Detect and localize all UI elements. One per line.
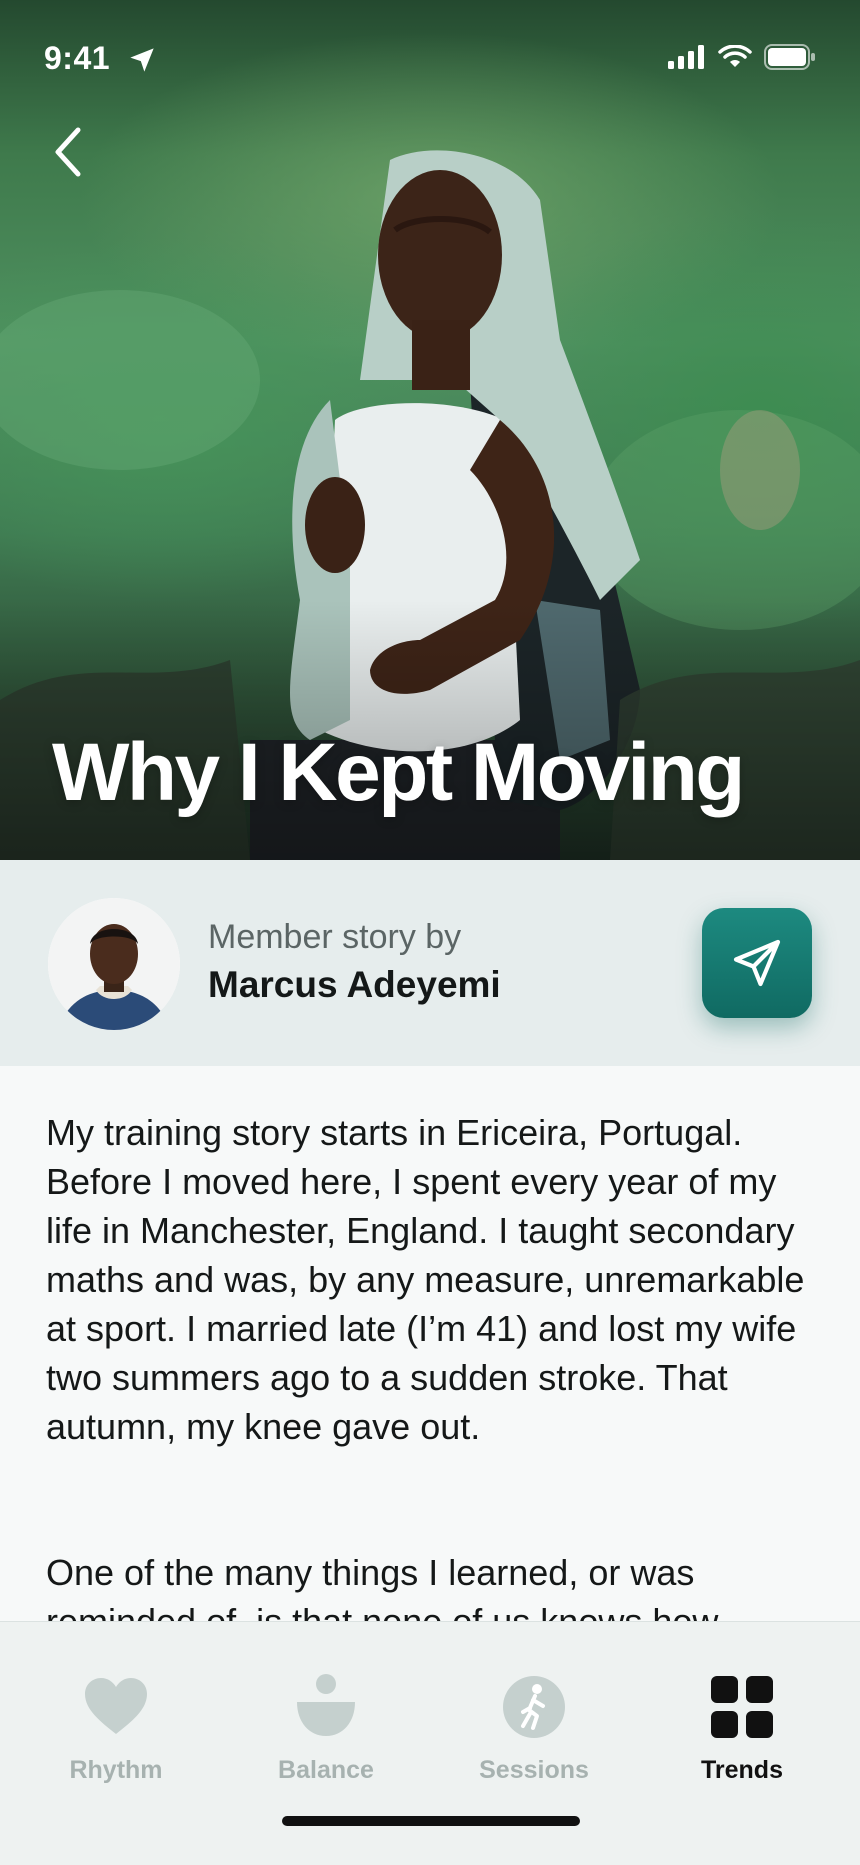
status-bar: 9:41 xyxy=(0,0,860,120)
tab-sessions[interactable]: Sessions xyxy=(444,1672,624,1802)
avatar-portrait xyxy=(48,898,180,1030)
story-paragraph: One of the many things I learned, or was… xyxy=(46,1552,719,1622)
author-name[interactable]: Marcus Adeyemi xyxy=(208,964,501,1006)
hero-image: 9:41 Why I Kept Moving xyxy=(0,0,860,860)
tab-label: Balance xyxy=(278,1756,374,1784)
location-arrow-icon xyxy=(130,48,154,72)
paper-plane-icon xyxy=(733,939,781,987)
tab-bar: Rhythm Balance Sessions Trends xyxy=(0,1621,860,1865)
tab-label: Sessions xyxy=(479,1756,589,1784)
tab-trends[interactable]: Trends xyxy=(652,1672,832,1802)
author-card: Member story by Marcus Adeyemi xyxy=(0,860,860,1066)
author-kicker: Member story by xyxy=(208,918,462,956)
wifi-icon xyxy=(718,45,752,67)
story-paragraph: My training story starts in Ericeira, Po… xyxy=(46,1112,805,1447)
chevron-left-icon xyxy=(55,127,81,177)
balance-icon xyxy=(297,1674,355,1736)
battery-icon xyxy=(764,44,815,70)
home-indicator xyxy=(282,1816,580,1826)
avatar[interactable] xyxy=(48,898,180,1030)
grid-icon xyxy=(711,1676,773,1738)
tab-balance[interactable]: Balance xyxy=(236,1672,416,1802)
story-body[interactable]: My training story starts in Ericeira, Po… xyxy=(0,1066,860,1622)
page-title: Why I Kept Moving xyxy=(52,727,745,818)
tab-label: Rhythm xyxy=(69,1756,163,1784)
walking-person-icon xyxy=(503,1676,565,1738)
status-icons xyxy=(668,44,816,70)
back-button[interactable] xyxy=(44,120,92,184)
tab-rhythm[interactable]: Rhythm xyxy=(26,1672,206,1802)
heart-icon xyxy=(85,1678,147,1734)
cellular-signal-icon xyxy=(668,45,704,69)
status-time: 9:41 xyxy=(44,40,111,76)
tab-label: Trends xyxy=(701,1756,783,1784)
share-button[interactable] xyxy=(702,908,812,1018)
